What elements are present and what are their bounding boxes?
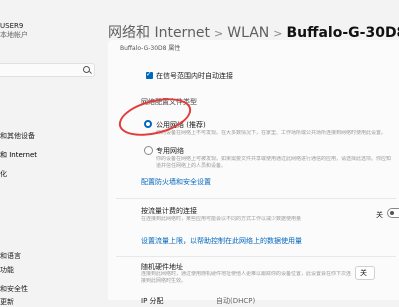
chevron-right-icon: > — [214, 27, 223, 40]
public-network-desc: 你的设备在网络上不可发现。在大多数情况下，在家里、工作场所或公共场所连接到网络时… — [156, 130, 392, 137]
ip-assignment-value: 自动(DHCP) — [216, 296, 255, 306]
private-network-label: 专用网络 — [156, 146, 184, 156]
breadcrumb-wlan[interactable]: WLAN — [227, 25, 269, 41]
random-mac-desc: 连接到此网络时，通过使用随机硬件地址使他人更难以跟踪你的设备位置，此设置会在你下… — [141, 271, 351, 285]
divider — [116, 256, 396, 257]
metered-state-label: 关 — [376, 210, 383, 220]
private-network-desc: 你的设备在网络上可被发现。如果需要文件共享或使用通过此网络进行通信的应用，请选择… — [156, 156, 392, 170]
account-type: 本地帐户 — [0, 31, 28, 40]
chevron-right-icon: > — [273, 27, 282, 40]
sidebar-item-language[interactable]: 和语言 — [0, 251, 21, 261]
properties-heading: Buffalo-G-30D8 属性 — [120, 45, 180, 52]
sidebar: USER9 本地帐户 和其他设备 和 Internet 化 和语言 功能 和安全… — [0, 0, 104, 300]
firewall-settings-link[interactable]: 配置防火墙和安全设置 — [141, 177, 211, 187]
search-icon — [83, 66, 90, 73]
sidebar-item-update[interactable]: 更新 — [0, 297, 14, 307]
divider — [116, 198, 396, 199]
auto-connect-label: 在信号范围内时自动连接 — [156, 71, 233, 81]
page-title: Buffalo-G-30D8 — [287, 25, 399, 41]
metered-toggle[interactable] — [387, 208, 399, 218]
random-mac-state: 关 — [360, 268, 367, 278]
search-input[interactable] — [0, 63, 95, 77]
ip-assignment-label: IP 分配 — [141, 296, 164, 306]
sidebar-item-personalization[interactable]: 化 — [0, 169, 7, 179]
metered-connection-desc: 在连接到此网络时，某些应用可能会以不同的方式工作以减少数据使用量 — [141, 216, 341, 223]
auto-connect-checkbox[interactable] — [146, 72, 153, 79]
data-limit-link[interactable]: 设置流量上限，以帮助控制在此网络上的数据使用量 — [141, 236, 302, 246]
breadcrumb-network[interactable]: 网络和 Internet — [108, 25, 210, 41]
sidebar-item-accessibility[interactable]: 功能 — [0, 265, 14, 275]
user-info[interactable]: USER9 本地帐户 — [0, 22, 28, 40]
breadcrumb: 网络和 Internet > WLAN > Buffalo-G-30D8 — [108, 22, 399, 42]
sidebar-item-network[interactable]: 和 Internet — [0, 150, 37, 160]
main-content: 网络和 Internet > WLAN > Buffalo-G-30D8 Buffalo… — [104, 0, 399, 300]
properties-card: Buffalo-G-30D8 属性 在信号范围内时自动连接 网络配置文件类型 公… — [108, 40, 399, 300]
sidebar-item-privacy[interactable]: 和安全性 — [0, 284, 28, 294]
metered-connection-label: 按流量计费的连接 — [141, 206, 197, 216]
sidebar-item-devices[interactable]: 和其他设备 — [0, 131, 35, 141]
random-mac-dropdown[interactable]: 关 — [355, 266, 375, 280]
user-name: USER9 — [0, 22, 28, 31]
private-network-radio[interactable] — [144, 146, 153, 155]
